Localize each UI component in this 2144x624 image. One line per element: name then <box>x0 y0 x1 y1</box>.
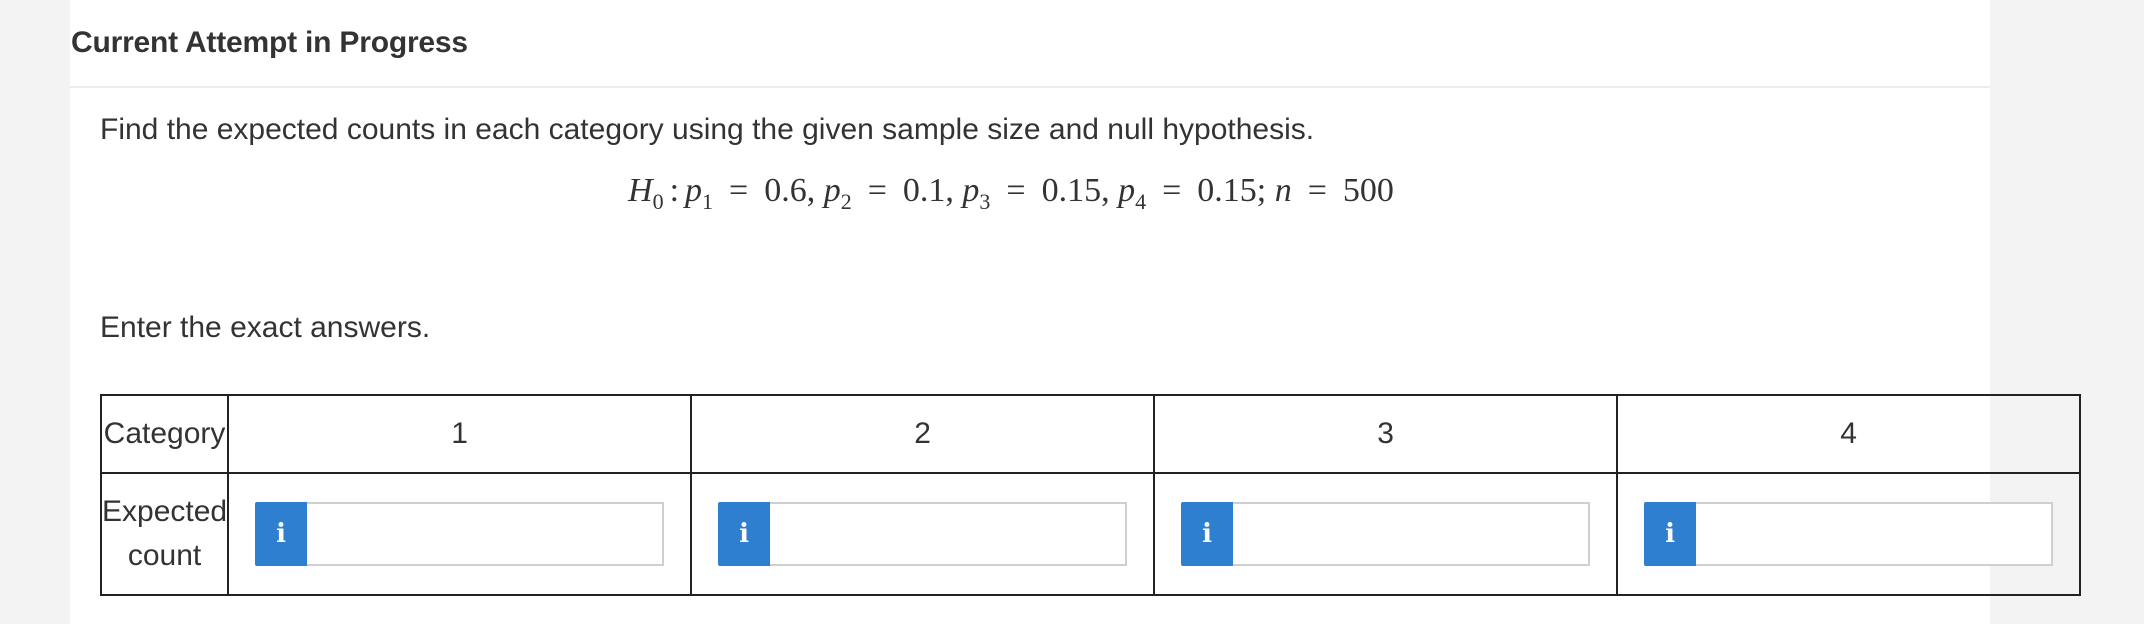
info-icon[interactable]: i <box>1644 502 1697 566</box>
answer-group-1: i <box>255 502 665 566</box>
expected-count-input-4[interactable] <box>1696 502 2054 566</box>
category-cell-3: 3 <box>1153 394 1619 474</box>
question-panel: Current Attempt in Progress Find the exp… <box>70 0 2082 624</box>
eq-p4: p <box>1118 172 1136 209</box>
question-prompt: Find the expected counts in each categor… <box>100 113 1315 146</box>
expected-count-table: Category 1 2 3 4 Expected count i i i i <box>99 394 2082 596</box>
eq-n: n <box>1274 172 1292 209</box>
category-header: Category <box>99 394 230 474</box>
expected-count-label-line2: count <box>127 539 202 572</box>
answer-cell-3: i <box>1153 472 1619 596</box>
category-cell-2: 2 <box>690 394 1156 474</box>
page-title: Current Attempt in Progress <box>71 26 468 59</box>
eq-p3-sub: 3 <box>979 189 991 214</box>
info-icon[interactable]: i <box>718 502 771 566</box>
answer-group-4: i <box>1644 502 2054 566</box>
eq-p3-value: 0.15, <box>1041 172 1110 209</box>
answer-group-2: i <box>718 502 1128 566</box>
answer-group-3: i <box>1181 502 1591 566</box>
eq-equals: = <box>867 172 887 209</box>
answer-instruction: Enter the exact answers. <box>100 311 431 344</box>
expected-count-input-2[interactable] <box>770 502 1128 566</box>
attempt-header: Current Attempt in Progress <box>70 0 1990 88</box>
eq-p3: p <box>962 172 980 209</box>
category-cell-4: 4 <box>1616 394 2082 474</box>
eq-colon: : <box>669 172 680 209</box>
eq-equals: = <box>1162 172 1182 209</box>
eq-equals: = <box>1006 172 1026 209</box>
eq-equals: = <box>1307 172 1327 209</box>
eq-h: H <box>628 172 653 209</box>
eq-p4-value: 0.15; <box>1197 172 1267 209</box>
eq-p2-sub: 2 <box>840 189 852 214</box>
answer-cell-2: i <box>690 472 1156 596</box>
eq-n-value: 500 <box>1342 172 1394 209</box>
eq-p1: p <box>685 172 703 209</box>
info-icon[interactable]: i <box>255 502 308 566</box>
table-header-row: Category 1 2 3 4 <box>99 394 2082 474</box>
expected-count-input-1[interactable] <box>307 502 665 566</box>
category-cell-1: 1 <box>227 394 693 474</box>
eq-p2-value: 0.1, <box>902 172 954 209</box>
eq-h-sub: 0 <box>652 189 664 214</box>
eq-p2: p <box>823 172 841 209</box>
answer-cell-1: i <box>227 472 693 596</box>
eq-equals: = <box>729 172 749 209</box>
eq-p4-sub: 4 <box>1135 189 1147 214</box>
expected-count-label-line1: Expected <box>102 495 228 528</box>
info-icon[interactable]: i <box>1181 502 1234 566</box>
answer-cell-4: i <box>1616 472 2082 596</box>
expected-count-input-3[interactable] <box>1233 502 1591 566</box>
eq-p1-value: 0.6, <box>764 172 816 209</box>
null-hypothesis-equation: H0: p1 = 0.6, p2 = 0.1, p3 = 0.15, p4 = 0.15; n = 5… <box>628 172 1394 213</box>
eq-p1-sub: 1 <box>702 189 714 214</box>
expected-count-label: Expected count <box>99 472 230 596</box>
table-row: Expected count i i i i <box>99 472 2082 596</box>
